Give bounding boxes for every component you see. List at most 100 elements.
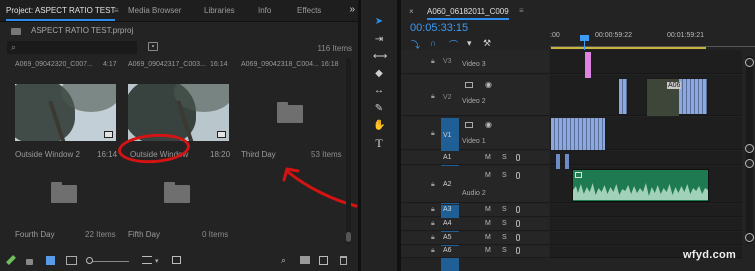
close-icon[interactable]: × — [409, 7, 414, 16]
eye-icon[interactable]: ◉ — [485, 80, 492, 89]
clear-icon[interactable] — [340, 256, 347, 265]
track-header-a1[interactable] — [401, 151, 549, 165]
zoom-slider[interactable] — [89, 261, 129, 262]
solo-button[interactable]: S — [502, 172, 507, 179]
type-tool-icon[interactable]: T — [373, 137, 385, 150]
tab-info[interactable]: Info — [258, 0, 271, 22]
track-select-tool-icon[interactable]: ⇥ — [373, 33, 385, 46]
mic-icon[interactable] — [516, 220, 520, 227]
slip-tool-icon[interactable]: ↔ — [373, 84, 385, 97]
project-scrollbar-thumb[interactable] — [346, 232, 351, 242]
toggle-sync-lock-icon[interactable] — [465, 122, 473, 128]
zoom-slider-handle[interactable] — [86, 257, 93, 264]
track-lane-a1[interactable] — [550, 151, 742, 165]
new-search-bin-icon[interactable] — [148, 42, 158, 51]
new-bin-icon[interactable] — [300, 256, 310, 264]
solo-button[interactable]: S — [502, 234, 507, 241]
eye-icon[interactable]: ◉ — [485, 120, 492, 129]
solo-button[interactable]: S — [502, 220, 507, 227]
track-header-a2[interactable] — [401, 166, 549, 203]
clip-audio-a1[interactable] — [565, 154, 569, 169]
clip-item-outside-window-2[interactable]: A069_09042320_C007... 4:17 Outside Windo… — [15, 61, 120, 161]
automate-to-sequence-icon[interactable] — [172, 256, 181, 264]
icon-view-icon[interactable] — [66, 256, 77, 265]
search-input[interactable] — [7, 41, 137, 54]
bin-item-fifth-day[interactable]: Fifth Day 0 Items — [128, 165, 233, 245]
track-header-a3[interactable] — [401, 204, 549, 217]
list-view-icon[interactable] — [46, 256, 55, 265]
razor-tool-icon[interactable]: ◆ — [373, 67, 385, 80]
snap-icon[interactable]: ∩ — [430, 38, 436, 48]
mute-button[interactable]: M — [485, 220, 491, 227]
track-header-a6[interactable] — [401, 246, 549, 258]
chevron-down-icon[interactable]: ▾ — [155, 257, 159, 265]
add-marker-icon[interactable]: ▾ — [467, 38, 472, 49]
clip-v1[interactable] — [550, 117, 606, 151]
mic-icon[interactable] — [516, 154, 520, 161]
panel-menu-icon[interactable]: ≡ — [519, 6, 524, 15]
tab-libraries[interactable]: Libraries — [204, 0, 235, 22]
scroll-handle-bottom[interactable] — [745, 233, 754, 242]
pen-tool-icon[interactable]: ✎ — [373, 102, 385, 115]
mute-button[interactable]: M — [485, 154, 491, 161]
playhead-timecode[interactable]: 00:05:33:15 — [410, 22, 468, 34]
panel-menu-icon[interactable]: ≡ — [114, 6, 119, 15]
lock-icon[interactable]: 🔒︎ — [431, 234, 435, 242]
lock-icon[interactable]: 🔒︎ — [431, 58, 435, 66]
track-header-a5[interactable] — [401, 232, 549, 245]
scroll-handle-top[interactable] — [745, 58, 754, 67]
mute-button[interactable]: M — [485, 172, 491, 179]
clip-thumbnail[interactable] — [15, 84, 116, 141]
bin-item-fourth-day[interactable]: Fourth Day 22 Items — [15, 165, 120, 245]
lock-icon[interactable]: 🔒︎ — [431, 93, 435, 101]
track-lane-v3[interactable] — [550, 50, 742, 74]
lock-icon[interactable] — [26, 259, 33, 265]
ripple-edit-tool-icon[interactable]: ⟷ — [373, 50, 387, 63]
solo-button[interactable]: S — [502, 247, 507, 254]
clip-audio-a2[interactable] — [572, 169, 709, 202]
toggle-sync-lock-icon[interactable] — [465, 82, 473, 88]
lock-icon[interactable]: 🔒︎ — [431, 220, 435, 228]
mute-button[interactable]: M — [485, 247, 491, 254]
mic-icon[interactable] — [516, 247, 520, 254]
sequence-tab[interactable]: A060_06182011_C009 — [427, 7, 509, 20]
track-lane-a3[interactable] — [550, 204, 742, 217]
track-lane-a4[interactable] — [550, 218, 742, 231]
selection-tool-icon[interactable]: ➤ — [373, 15, 385, 28]
solo-button[interactable]: S — [502, 154, 507, 161]
bin-item-third-day[interactable]: A069_09042318_C004... 16:18 Third Day 53… — [241, 61, 346, 161]
new-item-icon[interactable] — [319, 256, 328, 265]
tabs-overflow-icon[interactable]: » — [349, 4, 355, 15]
tab-project[interactable]: Project: ASPECT RATIO TEST — [6, 0, 116, 22]
project-scrollbar[interactable] — [346, 58, 351, 244]
find-icon[interactable]: ⌕ — [281, 255, 286, 266]
clip-v2-b[interactable]: A06 — [646, 78, 708, 116]
playhead-line[interactable] — [584, 36, 585, 50]
track-header-v2[interactable] — [401, 75, 549, 116]
clip-audio-a1[interactable] — [556, 154, 560, 169]
track-lane-a5[interactable] — [550, 232, 742, 245]
scroll-handle-middle[interactable] — [745, 144, 754, 153]
work-area-bar[interactable] — [551, 47, 706, 49]
timeline-settings-icon[interactable]: ⚒ — [483, 38, 491, 49]
lock-icon[interactable]: 🔒︎ — [431, 247, 435, 255]
hand-tool-icon[interactable]: ✋ — [373, 119, 385, 132]
mic-icon[interactable] — [516, 234, 520, 241]
lock-icon[interactable]: 🔒︎ — [431, 206, 435, 214]
solo-button[interactable]: S — [502, 206, 507, 213]
clip-v2-a[interactable] — [618, 78, 628, 115]
mute-button[interactable]: M — [485, 206, 491, 213]
clip-adjustment-layer[interactable] — [585, 52, 591, 78]
tab-effects[interactable]: Effects — [297, 0, 321, 22]
clip-thumbnail[interactable] — [128, 84, 229, 141]
lock-icon[interactable]: 🔒︎ — [431, 130, 435, 138]
mute-button[interactable]: M — [485, 234, 491, 241]
lock-icon[interactable]: 🔒︎ — [431, 181, 435, 189]
track-header-v1[interactable] — [401, 117, 549, 150]
tab-media-browser[interactable]: Media Browser — [128, 0, 181, 22]
mic-icon[interactable] — [516, 172, 520, 179]
track-header-a4[interactable] — [401, 218, 549, 231]
sort-icon[interactable] — [142, 256, 152, 264]
mic-icon[interactable] — [516, 206, 520, 213]
scroll-handle-audio[interactable] — [745, 159, 754, 168]
